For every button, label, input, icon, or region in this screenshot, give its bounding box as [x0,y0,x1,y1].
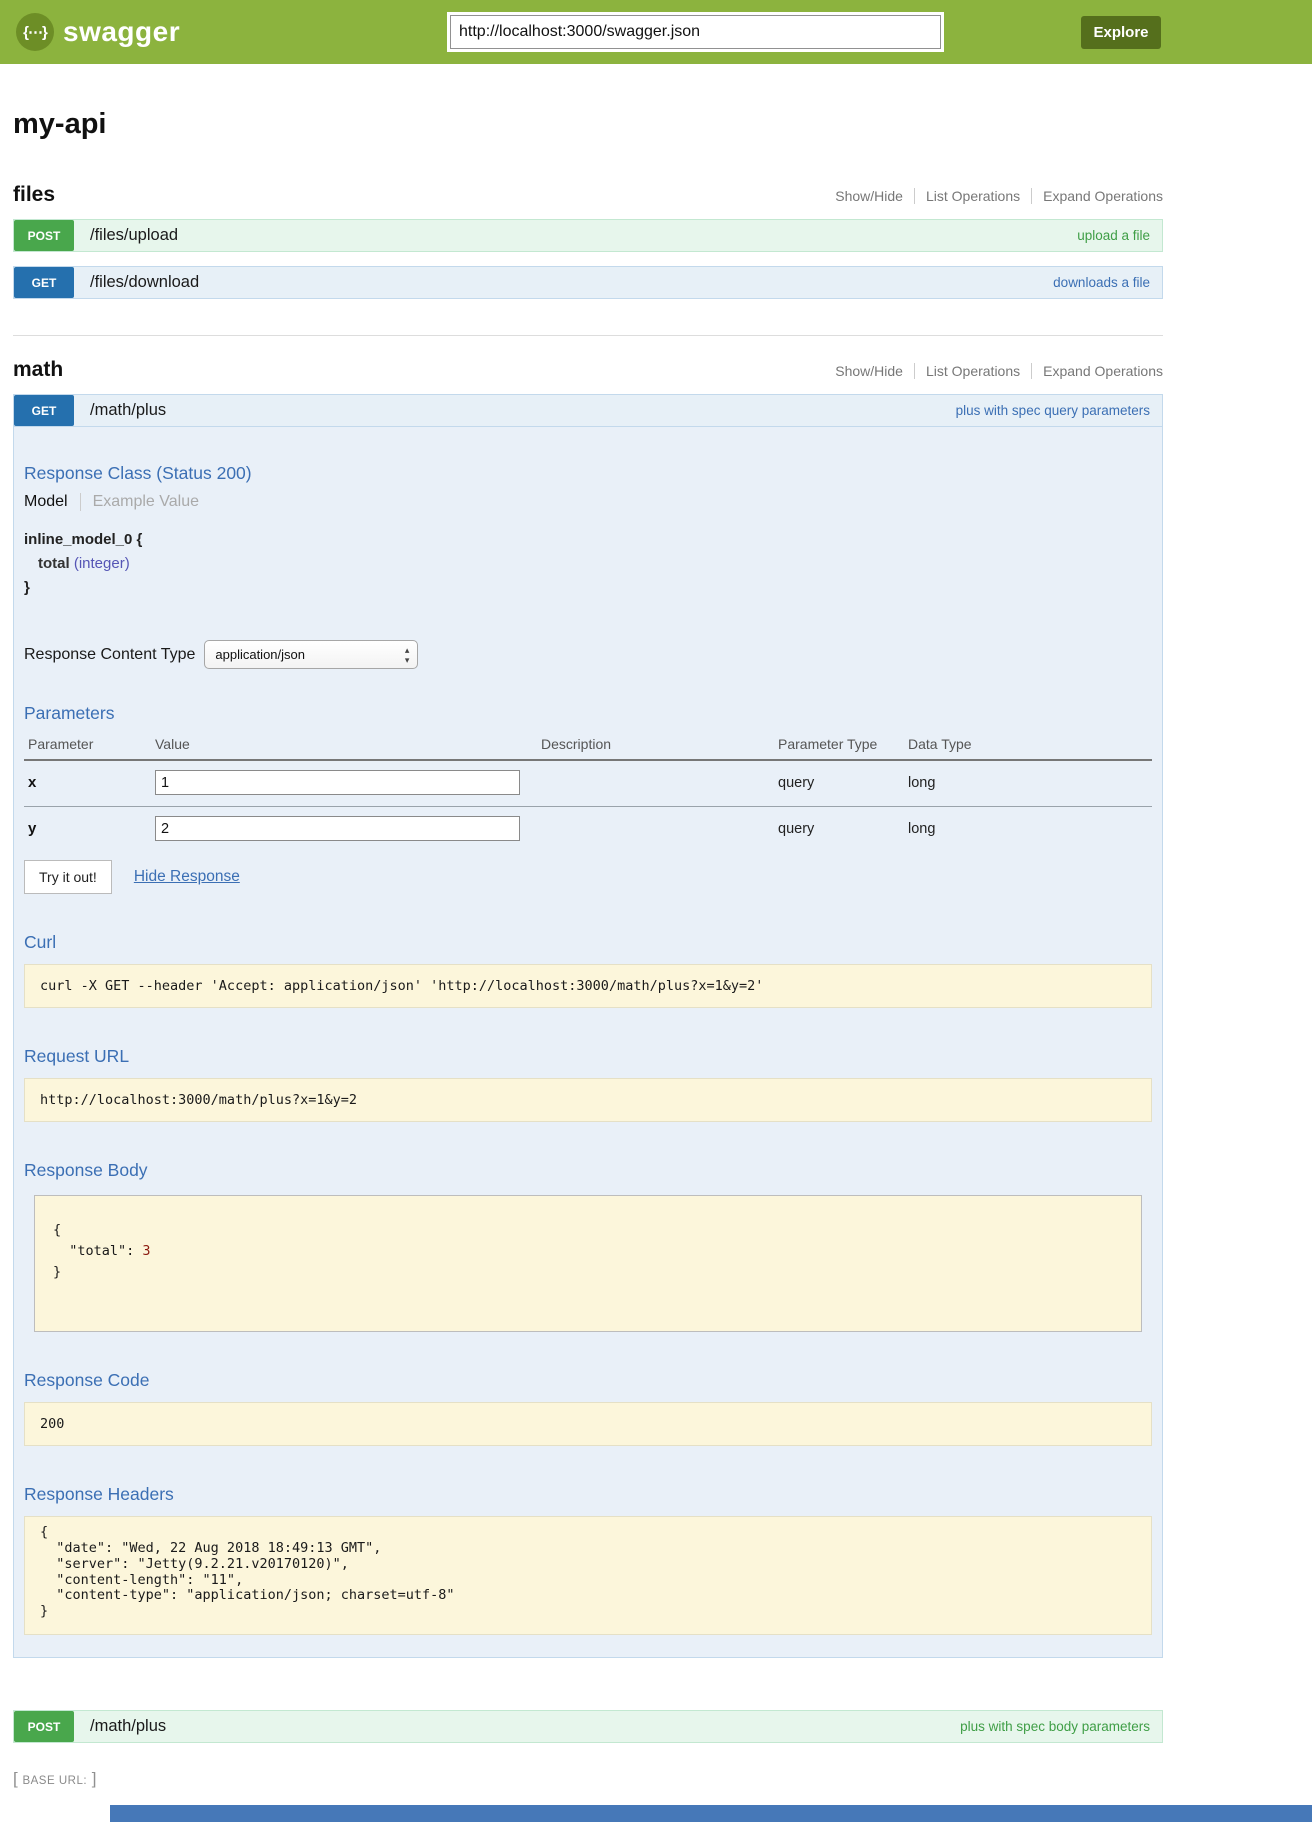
files-section-controls: Show/Hide List Operations Expand Operati… [824,188,1163,204]
param-row-x: x query long [24,760,1152,807]
response-content-type-select[interactable]: application/json ▴ ▾ [204,640,418,669]
model-open: inline_model_0 { [24,531,1152,548]
param-description [537,807,774,853]
post-method-badge: POST [14,1711,74,1742]
hide-response-link[interactable]: Hide Response [134,868,240,886]
response-content-type-label: Response Content Type [24,646,195,664]
operation-row-math-plus-get[interactable]: GET /math/plus plus with spec query para… [13,394,1163,427]
operation-path[interactable]: /files/upload [90,226,178,245]
response-headers-heading: Response Headers [24,1484,1152,1505]
list-operations-link[interactable]: List Operations [914,188,1031,204]
files-section-title: files [13,183,55,207]
request-url-value: http://localhost:3000/math/plus?x=1&y=2 [24,1078,1152,1122]
operation-path[interactable]: /math/plus [90,401,166,420]
model-tabs: Model Example Value [24,493,1152,511]
model-signature: inline_model_0 { total (integer) } [24,531,1152,596]
bottom-blue-bar [110,1805,1312,1822]
json-number-value: 3 [142,1243,150,1259]
json-text: } [53,1264,61,1280]
tab-model[interactable]: Model [24,493,80,511]
response-headers-json: { "date": "Wed, 22 Aug 2018 18:49:13 GMT… [24,1516,1152,1636]
col-data-type: Data Type [904,730,1152,760]
response-code-value: 200 [24,1402,1152,1446]
spec-url-input[interactable] [450,15,941,49]
param-type: query [774,807,904,853]
section-files: files Show/Hide List Operations Expand O… [13,183,1163,299]
model-close: } [24,579,1152,596]
try-it-out-button[interactable]: Try it out! [24,860,112,894]
param-row-y: y query long [24,807,1152,853]
post-method-badge: POST [14,220,74,251]
base-url-footer: [ BASE URL: ] [13,1769,1163,1789]
operation-summary[interactable]: downloads a file [1053,275,1150,290]
parameters-table: Parameter Value Description Parameter Ty… [24,730,1152,852]
param-data-type: long [904,807,1152,853]
selected-content-type: application/json [215,647,305,662]
expand-operations-link[interactable]: Expand Operations [1031,363,1163,379]
param-x-input[interactable] [155,770,520,795]
operation-path[interactable]: /math/plus [90,1717,166,1736]
api-title: my-api [13,108,1163,141]
section-divider [13,335,1163,336]
param-description [537,760,774,807]
top-bar: {⋯} swagger Explore [0,0,1312,64]
curl-heading: Curl [24,932,1152,953]
operation-summary[interactable]: upload a file [1077,228,1150,243]
base-url-label: BASE URL: [22,1775,87,1787]
param-name: y [24,807,151,853]
show-hide-link[interactable]: Show/Hide [824,188,914,204]
curl-command: curl -X GET --header 'Accept: applicatio… [24,964,1152,1008]
swagger-logo: {⋯} swagger [16,13,180,51]
param-data-type: long [904,760,1152,807]
math-section-controls: Show/Hide List Operations Expand Operati… [824,363,1163,379]
parameters-heading: Parameters [24,703,1152,724]
operation-row-files-upload[interactable]: POST /files/upload upload a file [13,219,1163,252]
col-description: Description [537,730,774,760]
response-class-heading: Response Class (Status 200) [24,427,1152,484]
operation-detail-panel: Response Class (Status 200) Model Exampl… [13,427,1163,1658]
swagger-logo-icon: {⋯} [16,13,54,51]
response-body-heading: Response Body [24,1160,1152,1181]
param-y-input[interactable] [155,816,520,841]
col-parameter-type: Parameter Type [774,730,904,760]
show-hide-link[interactable]: Show/Hide [824,363,914,379]
get-method-badge: GET [14,267,74,298]
select-arrows-icon: ▴ ▾ [405,645,410,665]
try-it-out-row: Try it out! Hide Response [24,860,1152,894]
expand-operations-link[interactable]: Expand Operations [1031,188,1163,204]
param-type: query [774,760,904,807]
get-method-badge: GET [14,395,74,426]
model-property-type: (integer) [74,555,130,572]
content-wrap: my-api files Show/Hide List Operations E… [13,108,1163,1789]
json-text: { "total": [53,1222,142,1259]
explore-button[interactable]: Explore [1081,16,1161,49]
col-parameter: Parameter [24,730,151,760]
list-operations-link[interactable]: List Operations [914,363,1031,379]
bracket-close: ] [92,1769,97,1788]
operation-row-files-download[interactable]: GET /files/download downloads a file [13,266,1163,299]
operation-path[interactable]: /files/download [90,273,199,292]
operation-summary[interactable]: plus with spec query parameters [956,403,1150,418]
operation-summary[interactable]: plus with spec body parameters [960,1719,1150,1734]
model-property-name: total [38,555,70,572]
param-name: x [24,760,151,807]
col-value: Value [151,730,537,760]
response-body-json: { "total": 3 } [34,1195,1142,1332]
math-section-title: math [13,358,63,382]
request-url-heading: Request URL [24,1046,1152,1067]
response-code-heading: Response Code [24,1370,1152,1391]
tab-example-value[interactable]: Example Value [80,493,199,511]
section-math: math Show/Hide List Operations Expand Op… [13,358,1163,1743]
operation-row-math-plus-post[interactable]: POST /math/plus plus with spec body para… [13,1710,1163,1743]
bracket-open: [ [13,1769,18,1788]
response-content-type-row: Response Content Type application/json ▴… [24,640,1152,669]
swagger-logo-text: swagger [63,16,180,48]
